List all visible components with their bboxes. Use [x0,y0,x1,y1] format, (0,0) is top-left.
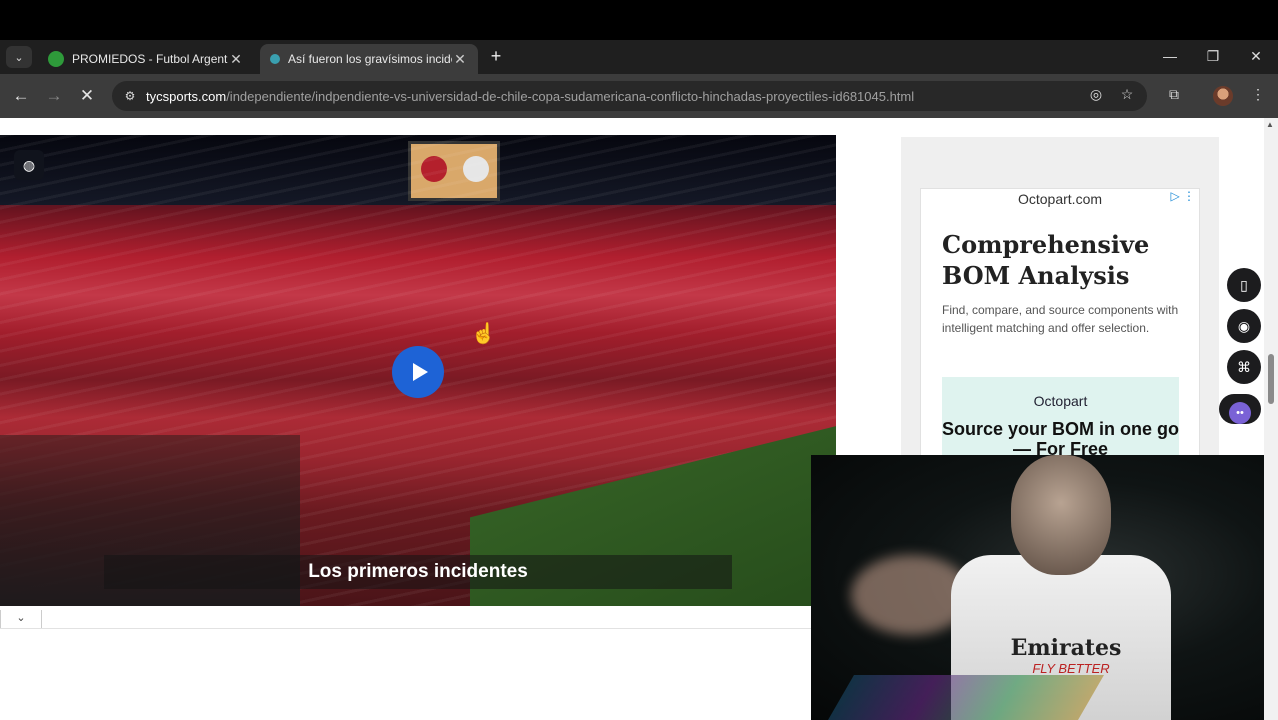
arrow-left-icon: ← [12,86,30,105]
ad-body: Find, compare, and source components wit… [942,303,1179,335]
video-player[interactable]: ◍ ☝ Los primeros incidentes [0,135,836,606]
tab-title: PROMIEDOS - Futbol Argentino [72,52,228,66]
shirt-tagline: FLY BETTER [1032,661,1110,676]
forward-button[interactable]: → [43,86,65,108]
apps-icon[interactable]: ⌘ [1227,350,1261,384]
minimize-button[interactable]: — [1150,44,1190,68]
octopart-ad[interactable]: Octopart.com ▷ ⋮ Comprehensive BOM Analy… [920,188,1200,458]
shirt-sponsor: Emirates [1010,635,1122,661]
promiedos-favicon-icon [48,51,64,67]
back-button[interactable]: ← [10,86,32,108]
tab-title: Así fueron los gravísimos incide [288,52,452,66]
brain-icon[interactable]: ◍ [14,150,44,180]
adchoices-icon[interactable]: ▷ ⋮ [1170,189,1195,203]
ad-promo-brand: Octopart [1033,393,1088,409]
address-bar[interactable]: ⚙ tycsports.com/independiente/indpendien… [112,81,1147,111]
stop-button[interactable]: ✕ [76,86,98,108]
page-scrollbar[interactable]: ▲ [1264,118,1278,720]
tab-tycsports[interactable]: Así fueron los gravísimos incide ✕ [260,44,478,74]
kebab-icon[interactable]: ⋮ [1247,86,1269,106]
profile-avatar[interactable] [1213,86,1233,106]
ad-promo-cta: Source your BOM in one go — For Free [942,419,1180,458]
arrow-right-icon: → [45,86,63,105]
scrollbar-thumb[interactable] [1268,354,1274,404]
tune-icon[interactable]: ⚙ [120,86,140,106]
play-button[interactable] [392,346,444,398]
close-icon[interactable]: ✕ [228,51,244,68]
play-icon [412,363,428,381]
restore-button[interactable]: ❐ [1193,44,1233,68]
tab-search-button[interactable]: ⌄ [6,46,32,68]
ad-promo[interactable]: Octopart Source your BOM in one go — For… [942,377,1180,458]
top-black-band [0,0,1278,40]
hand-cursor-icon: ☝ [471,323,496,345]
assistant-icon[interactable]: •• [1219,394,1261,424]
collapse-button[interactable]: ⌄ [0,610,42,629]
loading-favicon-icon [270,54,280,64]
video-caption: Los primeros incidentes [104,555,732,589]
podcast-icon[interactable]: ◉ [1227,309,1261,343]
ad-headline: Comprehensive BOM Analysis [942,230,1150,290]
puzzle-icon[interactable]: ⧉ [1163,86,1185,106]
eye-slash-icon[interactable]: ◎ [1085,86,1107,106]
close-icon: ✕ [79,86,95,105]
close-icon[interactable]: ✕ [452,51,468,68]
chevron-down-icon: ⌄ [14,51,24,64]
ad-host: Octopart.com [1017,191,1103,207]
chevron-down-icon: ⌄ [16,612,26,624]
streamer-head [1011,455,1111,575]
tab-promiedos[interactable]: PROMIEDOS - Futbol Argentino ✕ [38,44,254,74]
rgb-keyboard [828,675,1104,720]
new-tab-button[interactable]: + [486,46,506,66]
book-icon[interactable]: ▯ [1227,268,1261,302]
close-window-button[interactable]: ✕ [1236,44,1276,68]
star-icon[interactable]: ☆ [1116,86,1138,106]
url-text: tycsports.com/independiente/indpendiente… [146,88,915,104]
scroll-up-icon[interactable]: ▲ [1266,120,1274,129]
webcam-overlay: Emirates FLY BETTER [811,455,1278,720]
